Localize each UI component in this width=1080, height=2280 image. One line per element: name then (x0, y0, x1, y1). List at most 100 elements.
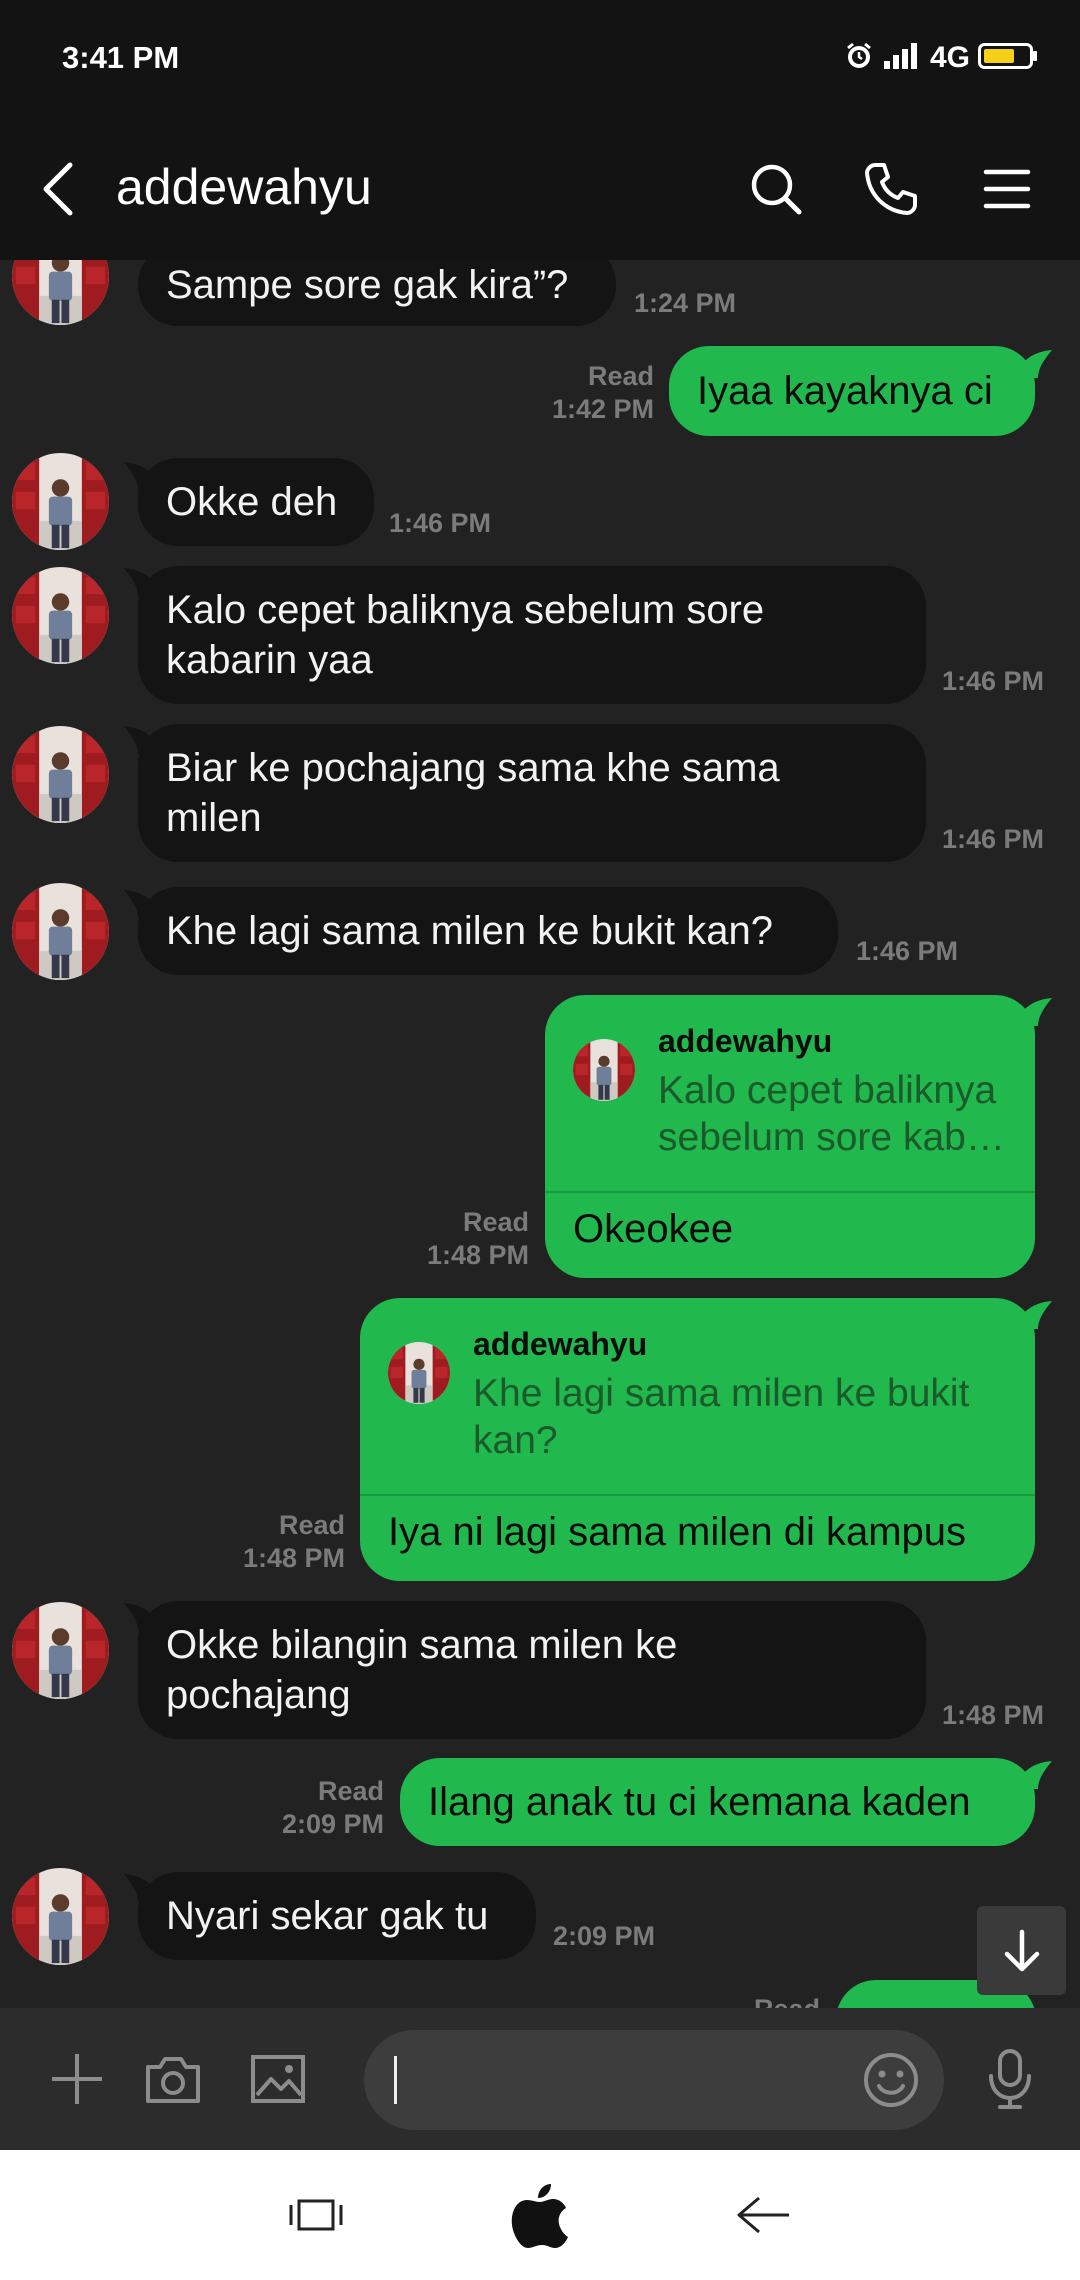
status-icons: 4G (844, 38, 1038, 78)
read-label: Read (278, 1510, 345, 1540)
avatar[interactable] (12, 567, 109, 664)
message-time: 1:48 PM (242, 1543, 345, 1573)
status-time: 3:41 PM (62, 40, 180, 75)
voice-button[interactable] (975, 2044, 1045, 2114)
reply-preview-line: sebelum sore kab… (658, 1116, 1005, 1159)
message-text-line: milen (166, 796, 262, 840)
home-button[interactable] (500, 2180, 580, 2250)
back-button[interactable] (28, 154, 88, 224)
system-nav-bar (0, 2150, 1080, 2280)
message-time: 1:48 PM (426, 1240, 529, 1270)
avatar[interactable] (12, 1868, 109, 1965)
avatar[interactable] (12, 453, 109, 550)
message-time: 1:46 PM (942, 666, 1045, 696)
message-text: Iyaa kayaknya ci (697, 369, 993, 413)
call-button[interactable] (856, 154, 926, 224)
message-text: Okeokee (573, 1207, 734, 1251)
reply-divider (360, 1494, 1035, 1496)
status-bar: 3:41 PM 4G (0, 0, 1080, 118)
message-bubble[interactable]: Iyaa kayaknya ci (669, 346, 1035, 436)
menu-button[interactable] (972, 154, 1042, 224)
alarm-icon (844, 41, 874, 76)
message-text: Khe lagi sama milen ke bukit kan? (166, 909, 773, 953)
emoji-icon (864, 2053, 918, 2107)
reply-sender: addewahyu (658, 1023, 833, 1059)
reply-preview-line: Kalo cepet baliknya (658, 1069, 997, 1112)
camera-icon (146, 2057, 200, 2103)
read-receipt: Read 2:09 PM (254, 1775, 384, 1841)
chat-title: addewahyu (116, 159, 372, 215)
menu-icon (983, 169, 1031, 209)
message-bubble[interactable]: Sampe sore gak kira”? (138, 260, 616, 326)
read-receipt: Read (720, 1993, 820, 2008)
avatar[interactable] (12, 1602, 109, 1699)
plus-icon (52, 2054, 102, 2104)
search-button[interactable] (741, 154, 811, 224)
search-icon (751, 164, 802, 215)
read-label: Read (317, 1776, 384, 1806)
message-bubble[interactable]: addewahyu Khe lagi sama milen ke bukit k… (360, 1298, 1035, 1581)
avatar[interactable] (12, 883, 109, 980)
message-text: Nyari sekar gak tu (166, 1894, 489, 1938)
arrow-down-icon (1004, 1929, 1039, 1971)
message-text-line: kabarin yaa (166, 638, 373, 682)
chevron-left-icon (43, 162, 73, 216)
read-label: Read (462, 1207, 529, 1237)
message-text-line: Kalo cepet baliknya sebelum sore (166, 588, 765, 632)
signal-icon (882, 41, 922, 76)
message-time: 1:46 PM (389, 508, 492, 538)
reply-preview: Khe lagi sama milen ke bukit kan? (473, 1370, 969, 1464)
reply-preview: Kalo cepet baliknya sebelum sore kab… (658, 1067, 1005, 1161)
message-bubble[interactable]: Ilang anak tu ci kemana kaden (400, 1758, 1035, 1846)
nav-back-button[interactable] (724, 2180, 804, 2250)
message-bubble[interactable]: addewahyu Kalo cepet baliknya sebelum so… (545, 995, 1035, 1278)
avatar (573, 1039, 635, 1101)
message-bubble[interactable]: Biar ke pochajang sama khe sama milen (138, 724, 926, 862)
message-time: 1:48 PM (942, 1700, 1045, 1730)
chat-header: addewahyu (0, 118, 1080, 260)
microphone-icon (989, 2049, 1031, 2109)
avatar[interactable] (12, 260, 109, 325)
recent-apps-icon (289, 2199, 343, 2231)
message-bubble[interactable]: Khe lagi sama milen ke bukit kan? (138, 887, 838, 975)
message-bubble[interactable]: Okke deh (138, 458, 374, 546)
message-text: Iya ni lagi sama milen di kampus (388, 1510, 967, 1554)
reply-divider (545, 1191, 1035, 1193)
message-bubble[interactable]: Okke bilangin sama milen ke pochajang (138, 1601, 926, 1739)
read-receipt: Read 1:48 PM (414, 1206, 529, 1272)
reply-preview-line: kan? (473, 1419, 558, 1462)
recent-apps-button[interactable] (276, 2180, 356, 2250)
message-time: 1:24 PM (634, 288, 737, 318)
reply-preview-line: Khe lagi sama milen ke bukit (473, 1372, 970, 1415)
message-text-line: pochajang (166, 1673, 351, 1717)
message-time: 1:42 PM (551, 394, 654, 424)
emoji-button[interactable] (856, 2045, 926, 2115)
image-icon (251, 2055, 305, 2103)
battery-icon (978, 41, 1038, 76)
scroll-to-bottom-button[interactable] (977, 1906, 1066, 1995)
camera-button[interactable] (138, 2044, 208, 2114)
avatar[interactable] (12, 726, 109, 823)
message-time: 1:46 PM (856, 936, 959, 966)
add-button[interactable] (42, 2044, 112, 2114)
text-caret (394, 2056, 397, 2104)
network-type: 4G (929, 41, 970, 74)
message-input[interactable] (364, 2030, 944, 2130)
message-text: Ilang anak tu ci kemana kaden (428, 1780, 971, 1824)
message-time: 2:09 PM (281, 1809, 384, 1839)
message-bubble[interactable]: Kalo cepet baliknya sebelum sore kabarin… (138, 566, 926, 704)
apple-logo-icon (511, 2184, 568, 2248)
read-receipt: Read 1:48 PM (230, 1509, 345, 1575)
phone-icon (865, 163, 917, 215)
nav-back-icon (737, 2196, 789, 2234)
message-text: Sampe sore gak kira”? (166, 263, 569, 307)
message-bubble[interactable]: Nyari sekar gak tu (138, 1872, 536, 1960)
message-time: 2:09 PM (553, 1921, 656, 1951)
gallery-button[interactable] (243, 2044, 313, 2114)
message-text-line: Biar ke pochajang sama khe sama (166, 746, 780, 790)
avatar (388, 1342, 450, 1404)
message-time: 1:46 PM (942, 824, 1045, 854)
message-list[interactable]: Sampe sore gak kira”? 1:24 PM Read 1:42 … (0, 260, 1080, 2008)
read-label: Read (587, 361, 654, 391)
reply-sender: addewahyu (473, 1326, 648, 1362)
